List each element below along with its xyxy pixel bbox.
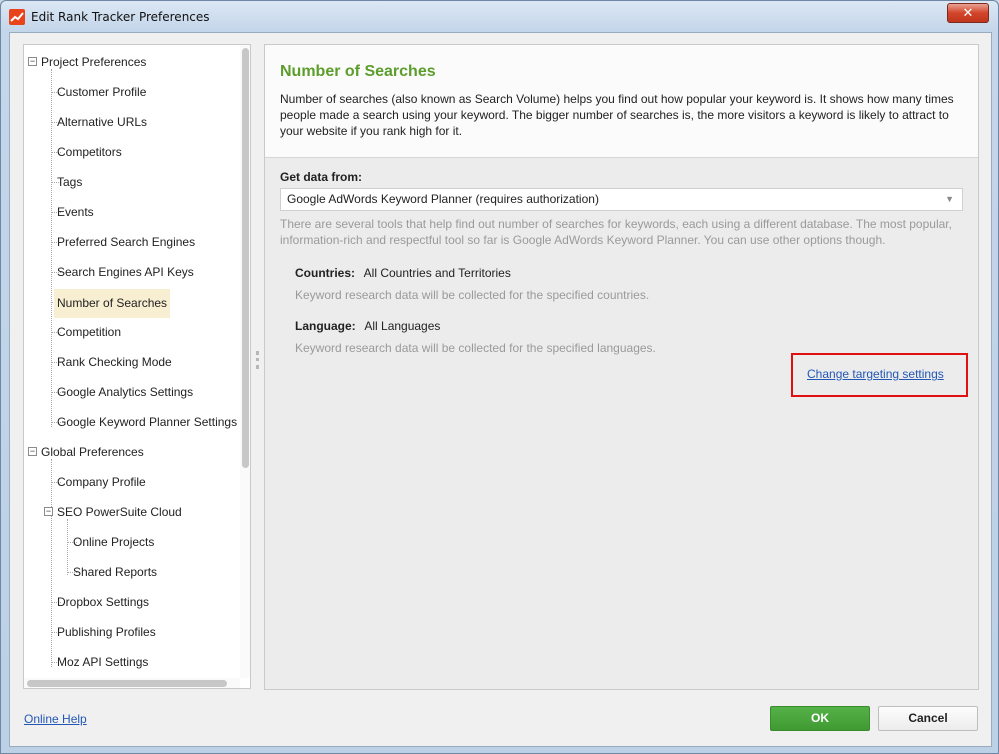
tree-item-search-engines-api-keys[interactable]: Search Engines API Keys xyxy=(54,259,197,285)
get-data-from-label: Get data from: xyxy=(280,170,363,184)
tree-item-seo-powersuite-cloud[interactable]: SEO PowerSuite Cloud xyxy=(54,499,185,525)
language-value: All Languages xyxy=(364,319,441,333)
language-label: Language: xyxy=(295,319,356,333)
title-bar[interactable]: Edit Rank Tracker Preferences ✕ xyxy=(1,1,998,33)
settings-header: Number of Searches Number of searches (a… xyxy=(265,45,978,158)
close-icon[interactable]: ✕ xyxy=(947,3,989,23)
page-description: Number of searches (also known as Search… xyxy=(280,92,954,138)
tree-item-moz-api-settings[interactable]: Moz API Settings xyxy=(54,649,151,675)
tree-item-events[interactable]: Events xyxy=(54,199,97,225)
countries-hint: Keyword research data will be collected … xyxy=(295,288,650,302)
ok-button[interactable]: OK xyxy=(770,706,870,731)
collapse-icon[interactable]: − xyxy=(28,57,37,66)
tree-item-dropbox-settings[interactable]: Dropbox Settings xyxy=(54,589,152,615)
countries-row: Countries: All Countries and Territories xyxy=(295,266,511,280)
tree-item-online-projects[interactable]: Online Projects xyxy=(70,529,157,555)
data-source-hint: There are several tools that help find o… xyxy=(280,217,952,247)
countries-value: All Countries and Territories xyxy=(363,266,511,280)
data-source-value: Google AdWords Keyword Planner (requires… xyxy=(287,192,599,206)
window-title: Edit Rank Tracker Preferences xyxy=(31,10,210,24)
collapse-icon[interactable]: − xyxy=(28,447,37,456)
tree-group-project-preferences[interactable]: Project Preferences xyxy=(38,49,149,75)
settings-panel: Number of Searches Number of searches (a… xyxy=(264,44,979,690)
tree-connector xyxy=(67,519,68,575)
panel-splitter[interactable] xyxy=(256,351,259,369)
language-row: Language: All Languages xyxy=(295,319,440,333)
highlight-box: Change targeting settings xyxy=(791,353,968,397)
page-title: Number of Searches xyxy=(280,63,436,80)
tree-item-rank-checking-mode[interactable]: Rank Checking Mode xyxy=(54,349,175,375)
scrollbar-thumb[interactable] xyxy=(242,48,249,468)
data-source-select[interactable]: Google AdWords Keyword Planner (requires… xyxy=(280,188,963,211)
tree-item-google-analytics-settings[interactable]: Google Analytics Settings xyxy=(54,379,196,405)
rank-tracker-chart-icon xyxy=(9,9,25,25)
tree-connector xyxy=(51,459,52,667)
tree-horizontal-scrollbar[interactable] xyxy=(24,678,240,688)
tree-item-competition[interactable]: Competition xyxy=(54,319,124,345)
tree-item-publishing-profiles[interactable]: Publishing Profiles xyxy=(54,619,159,645)
scrollbar-thumb[interactable] xyxy=(27,680,227,687)
tree-item-preferred-search-engines[interactable]: Preferred Search Engines xyxy=(54,229,198,255)
chevron-down-icon[interactable]: ▼ xyxy=(945,189,954,210)
tree-item-number-of-searches[interactable]: Number of Searches xyxy=(54,289,171,318)
cancel-button[interactable]: Cancel xyxy=(878,706,978,731)
online-help-link[interactable]: Online Help xyxy=(24,712,87,726)
countries-label: Countries: xyxy=(295,266,355,280)
tree-item-competitors[interactable]: Competitors xyxy=(54,139,125,165)
tree-group-global-preferences[interactable]: Global Preferences xyxy=(38,439,147,465)
dialog-body: − Project Preferences Customer Profile A… xyxy=(9,32,992,747)
preferences-tree: − Project Preferences Customer Profile A… xyxy=(23,44,251,689)
tree-vertical-scrollbar[interactable] xyxy=(240,45,250,678)
preferences-window: Edit Rank Tracker Preferences ✕ − Projec… xyxy=(0,0,999,754)
tree-item-customer-profile[interactable]: Customer Profile xyxy=(54,79,149,105)
collapse-icon[interactable]: − xyxy=(44,507,53,516)
tree-item-company-profile[interactable]: Company Profile xyxy=(54,469,149,495)
tree-item-alternative-urls[interactable]: Alternative URLs xyxy=(54,109,150,135)
change-targeting-settings-link[interactable]: Change targeting settings xyxy=(807,367,944,381)
tree-item-shared-reports[interactable]: Shared Reports xyxy=(70,559,160,585)
tree-item-tags[interactable]: Tags xyxy=(54,169,85,195)
tree-item-google-keyword-planner-settings[interactable]: Google Keyword Planner Settings xyxy=(54,409,240,435)
